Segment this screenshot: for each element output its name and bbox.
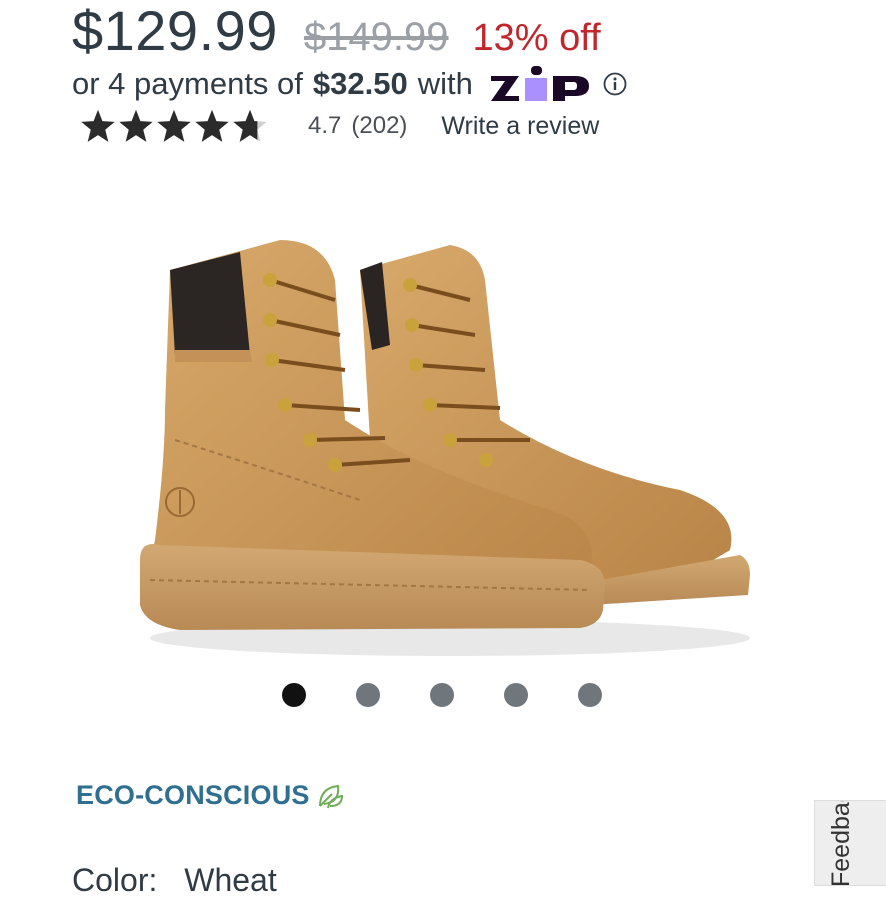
star-icon — [81, 109, 115, 142]
feedback-label: Feedback — [827, 800, 855, 886]
color-value: Wheat — [184, 862, 277, 898]
carousel-dot[interactable] — [430, 683, 454, 707]
leaf-icon — [316, 782, 344, 810]
eco-conscious-label: ECO-CONSCIOUS — [76, 780, 310, 810]
carousel-dot[interactable] — [356, 683, 380, 707]
product-image[interactable] — [120, 210, 770, 670]
star-half-icon — [233, 109, 267, 142]
eco-conscious-badge[interactable]: ECO-CONSCIOUS — [76, 780, 344, 811]
rating-row: 4.7 (202) Write a review — [80, 104, 599, 148]
star-rating — [80, 109, 270, 143]
carousel-dot[interactable] — [504, 683, 528, 707]
installment-prefix: or 4 payments of — [72, 66, 303, 101]
rating-value: 4.7 — [308, 112, 342, 139]
discount-badge: 13% off — [472, 17, 601, 59]
color-selection: Color: Wheat — [72, 862, 277, 899]
carousel-dot[interactable] — [578, 683, 602, 707]
installment-amount: $32.50 — [312, 66, 408, 101]
installment-row: or 4 payments of $32.50 with — [72, 62, 627, 106]
original-price: $149.99 — [303, 15, 449, 59]
info-circle-icon[interactable] — [603, 72, 627, 96]
star-icon — [157, 109, 191, 142]
current-price: $129.99 — [72, 0, 278, 62]
zip-logo — [489, 64, 591, 104]
color-label: Color: — [72, 862, 158, 898]
price-row: $129.99 $149.99 13% off — [72, 0, 601, 62]
image-carousel-dots — [282, 683, 652, 707]
review-count[interactable]: (202) — [351, 112, 407, 140]
feedback-tab[interactable]: Feedback — [814, 800, 886, 886]
star-icon — [119, 109, 153, 142]
star-icon — [195, 109, 229, 142]
carousel-dot[interactable] — [282, 683, 306, 707]
installment-suffix: with — [417, 66, 473, 101]
write-review-link[interactable]: Write a review — [441, 112, 599, 141]
